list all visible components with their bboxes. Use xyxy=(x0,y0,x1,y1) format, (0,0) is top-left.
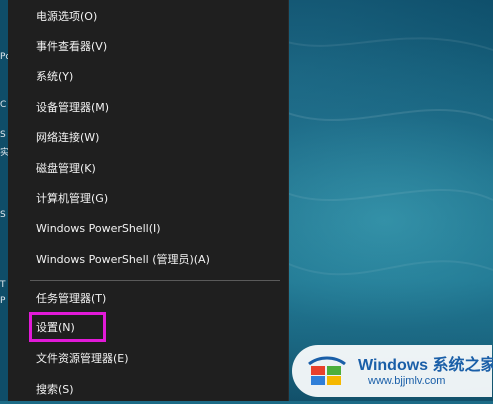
menu-item-label: 搜索(S) xyxy=(36,383,74,396)
desktop-icon-strip: Pc C S 实 S T P xyxy=(0,0,10,401)
watermark: Windows 系统之家 www.bjjmlv.com xyxy=(292,345,493,397)
menu-item-powershell[interactable]: Windows PowerShell(I) xyxy=(8,215,288,243)
watermark-title: Windows 系统之家 xyxy=(358,357,493,374)
menu-item-powershell-admin[interactable]: Windows PowerShell (管理员)(A) xyxy=(8,246,288,274)
menu-item-disk-management[interactable]: 磁盘管理(K) xyxy=(8,155,288,183)
menu-item-label: Windows PowerShell(I) xyxy=(36,222,161,235)
menu-item-event-viewer[interactable]: 事件查看器(V) xyxy=(8,33,288,61)
winx-context-menu: 电源选项(O) 事件查看器(V) 系统(Y) 设备管理器(M) 网络连接(W) … xyxy=(8,0,289,401)
menu-item-power-options[interactable]: 电源选项(O) xyxy=(8,3,288,31)
menu-item-search[interactable]: 搜索(S) xyxy=(8,376,288,404)
settings-highlight-box xyxy=(29,312,106,342)
menu-item-system[interactable]: 系统(Y) xyxy=(8,63,288,91)
menu-item-label: 设备管理器(M) xyxy=(36,101,110,114)
edge-text: P xyxy=(0,296,6,306)
menu-item-label: 系统(Y) xyxy=(36,70,74,83)
edge-text: S xyxy=(0,130,6,140)
menu-item-label: 任务管理器(T) xyxy=(36,292,107,305)
windows-logo-icon xyxy=(308,356,346,385)
menu-item-task-manager[interactable]: 任务管理器(T) xyxy=(8,285,288,313)
edge-text: S xyxy=(0,210,6,220)
menu-item-label: 电源选项(O) xyxy=(36,10,98,23)
edge-text: C xyxy=(0,100,7,110)
menu-item-network-connections[interactable]: 网络连接(W) xyxy=(8,124,288,152)
menu-item-label: 网络连接(W) xyxy=(36,131,100,144)
menu-item-label: 事件查看器(V) xyxy=(36,40,108,53)
menu-item-device-manager[interactable]: 设备管理器(M) xyxy=(8,94,288,122)
menu-item-label: Windows PowerShell (管理员)(A) xyxy=(36,253,210,266)
edge-text: T xyxy=(0,280,6,290)
watermark-url: www.bjjmlv.com xyxy=(368,375,446,387)
menu-separator xyxy=(30,280,280,281)
menu-item-label: 计算机管理(G) xyxy=(36,192,109,205)
menu-item-label: 文件资源管理器(E) xyxy=(36,352,129,365)
menu-item-computer-management[interactable]: 计算机管理(G) xyxy=(8,185,288,213)
menu-item-label: 磁盘管理(K) xyxy=(36,162,96,175)
menu-item-file-explorer[interactable]: 文件资源管理器(E) xyxy=(8,345,288,373)
wave-pattern xyxy=(280,37,493,276)
